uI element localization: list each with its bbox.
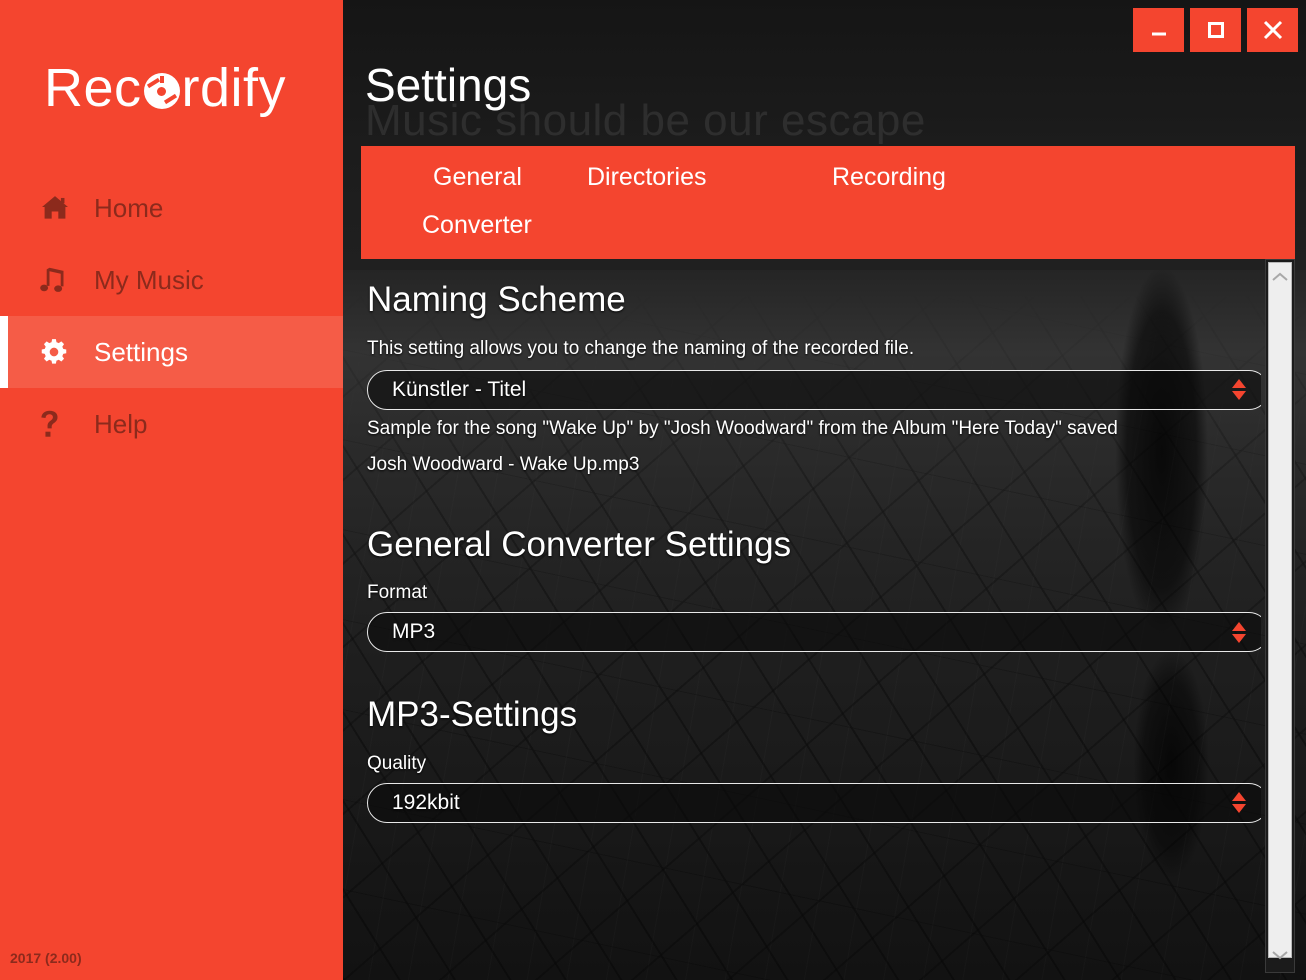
maximize-button[interactable] [1190, 8, 1241, 52]
naming-scheme-dropdown[interactable]: Künstler - Titel [367, 369, 1261, 410]
vertical-scrollbar[interactable] [1265, 259, 1295, 973]
sidebar-item-my-music[interactable]: My Music [0, 244, 343, 316]
gear-icon [40, 338, 82, 366]
vinyl-disc-icon [143, 73, 180, 109]
section-heading-general-converter: General Converter Settings [367, 524, 792, 564]
window-controls [1133, 8, 1298, 52]
tab-recording[interactable]: Recording [832, 154, 1077, 202]
minimize-icon [1151, 32, 1166, 36]
sidebar-item-label: Help [94, 409, 148, 439]
quality-value: 192kbit [392, 790, 460, 814]
naming-scheme-sample-result: Josh Woodward - Wake Up.mp3 [367, 453, 640, 475]
content-scroll-region: Naming Scheme This setting allows you to… [343, 259, 1306, 973]
tab-directories[interactable]: Directories [587, 154, 832, 202]
spinner-arrows-icon[interactable] [1232, 617, 1246, 647]
spinner-arrows-icon[interactable] [1232, 375, 1246, 405]
scroll-up-button[interactable] [1266, 264, 1294, 290]
main-panel: Music should be our escape Settings Gene… [343, 0, 1306, 980]
close-button[interactable] [1247, 8, 1298, 52]
tab-general[interactable]: General [361, 154, 587, 202]
section-heading-mp3-settings: MP3-Settings [367, 695, 578, 734]
sidebar-item-help[interactable]: Help [0, 388, 343, 460]
settings-content: Naming Scheme This setting allows you to… [343, 259, 1261, 973]
spinner-arrows-icon[interactable] [1232, 788, 1246, 818]
naming-scheme-description: This setting allows you to change the na… [367, 337, 915, 359]
scroll-down-button[interactable] [1266, 942, 1294, 968]
version-label: 2017 (2.00) [10, 950, 82, 966]
sidebar-item-label: My Music [94, 265, 204, 295]
chevron-down-icon [1272, 951, 1288, 960]
sidebar-item-label: Home [94, 193, 164, 223]
question-mark-icon [40, 410, 82, 438]
section-heading-naming-scheme: Naming Scheme [367, 280, 626, 319]
brand-text-after: rdify [181, 58, 287, 118]
music-note-icon [40, 266, 82, 294]
quality-label: Quality [367, 752, 427, 774]
tab-converter[interactable]: Converter [361, 202, 587, 250]
sidebar-nav: Home My Music Settings Help [0, 172, 343, 460]
app-window: Rec rdify Home My Music Settings Help 20… [0, 0, 1306, 980]
sidebar-item-settings[interactable]: Settings [0, 316, 343, 388]
settings-tabbar: General Directories Recording Converter [361, 146, 1295, 259]
scrollbar-thumb[interactable] [1268, 262, 1292, 958]
format-dropdown[interactable]: MP3 [367, 612, 1261, 652]
naming-scheme-value: Künstler - Titel [392, 377, 527, 401]
sidebar-item-label: Settings [94, 337, 188, 367]
app-logo: Rec rdify [0, 44, 343, 132]
minimize-button[interactable] [1133, 8, 1184, 52]
sidebar: Rec rdify Home My Music Settings Help 20… [0, 0, 343, 980]
chevron-up-icon [1272, 272, 1288, 281]
format-value: MP3 [392, 620, 436, 643]
naming-scheme-sample-intro: Sample for the song "Wake Up" by "Josh W… [367, 417, 1118, 439]
page-title: Settings [365, 59, 532, 111]
maximize-icon [1207, 22, 1224, 38]
close-icon [1263, 20, 1282, 40]
home-icon [40, 195, 82, 221]
sidebar-item-home[interactable]: Home [0, 172, 343, 244]
brand-text-before: Rec [44, 58, 142, 118]
quality-dropdown[interactable]: 192kbit [367, 782, 1261, 823]
format-label: Format [367, 582, 428, 603]
